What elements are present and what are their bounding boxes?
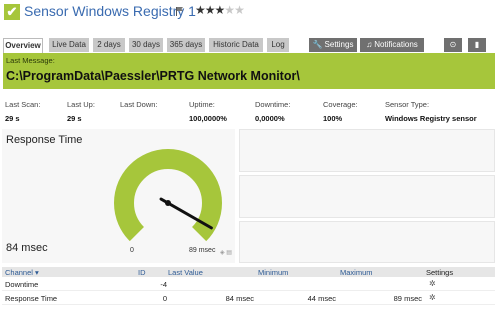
gauge-panel: Response Time 84 msec 0 89 msec ◈ ▤	[2, 129, 235, 263]
gauge-arc	[114, 149, 222, 242]
cell-last-value: 84 msec	[225, 294, 254, 303]
stat-last-up: Last Up: 29 s	[67, 100, 95, 123]
tab-live-data[interactable]: Live Data	[49, 38, 89, 52]
stat-label: Last Scan:	[5, 100, 41, 109]
stat-label: Downtime:	[255, 100, 291, 109]
last-message-bar: Last Message: C:\ProgramData\Paessler\PR…	[3, 53, 495, 89]
tab-2-days[interactable]: 2 days	[93, 38, 125, 52]
stat-last-down: Last Down:	[120, 100, 158, 114]
stat-value: 100,0000%	[189, 114, 227, 123]
tab-log[interactable]: Log	[267, 38, 289, 52]
sensor-page: ✔ Sensor Windows Registry 1 ★★★★★ Overvi…	[0, 0, 498, 310]
sort-down-icon[interactable]: ▾	[35, 268, 39, 277]
stat-last-scan: Last Scan: 29 s	[5, 100, 40, 123]
table-header: Channel ▾ ID Last Value Minimum Maximum …	[2, 267, 495, 277]
graph-panel-2	[239, 175, 495, 218]
stat-value: 29 s	[67, 114, 82, 123]
stat-value: 29 s	[5, 114, 20, 123]
cell-minimum: 44 msec	[307, 294, 336, 303]
col-maximum[interactable]: Maximum	[340, 268, 373, 277]
stat-label: Uptime:	[189, 100, 215, 109]
gauge-min-label: 0	[130, 247, 134, 254]
star-filled-icon[interactable]: ★	[195, 3, 206, 17]
gear-icon[interactable]: ✲	[429, 279, 436, 288]
cell-channel[interactable]: Downtime	[5, 280, 38, 289]
tab-365-days[interactable]: 365 days	[167, 38, 205, 52]
priority-stars[interactable]: ★★★★★	[195, 3, 245, 17]
pause-button[interactable]: ⊙	[444, 38, 462, 52]
star-filled-icon[interactable]: ★	[215, 3, 226, 17]
stat-label: Sensor Type:	[385, 100, 430, 109]
status-ok-check-icon: ✔	[4, 4, 20, 20]
gauge-hub	[165, 200, 171, 206]
col-minimum[interactable]: Minimum	[258, 268, 288, 277]
gear-icon[interactable]: ✲	[429, 293, 436, 302]
stat-value: 100%	[323, 114, 343, 123]
stat-value: Windows Registry sensor	[385, 114, 477, 123]
gauge-tools-icon[interactable]: ◈ ▤	[220, 249, 232, 256]
stat-coverage: Coverage: 100%	[323, 100, 358, 123]
gauge-title: Response Time	[6, 134, 83, 146]
trash-icon: ▮	[474, 40, 480, 49]
star-empty-icon[interactable]: ★	[224, 3, 235, 17]
gauge-max-label: 89 msec	[189, 247, 216, 254]
bell-icon: ♫	[366, 40, 373, 49]
stat-label: Last Up:	[67, 100, 95, 109]
star-filled-icon[interactable]: ★	[205, 3, 216, 17]
col-id[interactable]: ID	[138, 268, 146, 277]
stat-downtime: Downtime: 0,0000%	[255, 100, 290, 123]
cell-channel[interactable]: Response Time	[5, 294, 57, 303]
cell-maximum: 89 msec	[393, 294, 422, 303]
wrench-icon: 🔧	[312, 40, 323, 49]
stat-uptime: Uptime: 100,0000%	[189, 100, 227, 123]
pause-icon: ⊙	[449, 40, 457, 49]
graph-panel-1	[239, 129, 495, 172]
col-channel-label: Channel	[5, 268, 33, 277]
tab-historic-data[interactable]: Historic Data	[209, 38, 263, 52]
star-empty-icon[interactable]: ★	[234, 3, 245, 17]
response-time-gauge	[114, 149, 222, 242]
flag-icon[interactable]	[176, 7, 183, 16]
stat-label: Last Down:	[120, 100, 158, 109]
last-message-text: C:\ProgramData\Paessler\PRTG Network Mon…	[6, 69, 300, 83]
table-row[interactable]: Response Time 0 84 msec 44 msec 89 msec …	[2, 292, 495, 305]
tab-overview[interactable]: Overview	[3, 38, 43, 53]
stat-value: 0,0000%	[255, 114, 285, 123]
col-settings: Settings	[426, 268, 454, 277]
table-row[interactable]: Downtime -4 ✲	[2, 278, 495, 291]
col-last-value[interactable]: Last Value	[168, 268, 203, 277]
tab-settings-label: Settings	[324, 40, 354, 49]
tab-notifications[interactable]: ♫ Notifications	[360, 38, 424, 52]
stat-sensor-type: Sensor Type: Windows Registry sensor	[385, 100, 477, 123]
cell-id: 0	[162, 294, 167, 303]
page-title: Sensor Windows Registry 1	[24, 3, 196, 19]
col-channel[interactable]: Channel ▾	[5, 268, 39, 277]
graph-panel-3	[239, 221, 495, 263]
gauge-reading: 84 msec	[6, 242, 48, 254]
tab-notifications-label: Notifications	[374, 40, 418, 49]
cell-id: -4	[160, 280, 167, 289]
tab-settings[interactable]: 🔧 Settings	[309, 38, 357, 52]
stat-label: Coverage:	[323, 100, 358, 109]
delete-button[interactable]: ▮	[468, 38, 486, 52]
tab-30-days[interactable]: 30 days	[129, 38, 163, 52]
last-message-label: Last Message:	[6, 56, 55, 65]
